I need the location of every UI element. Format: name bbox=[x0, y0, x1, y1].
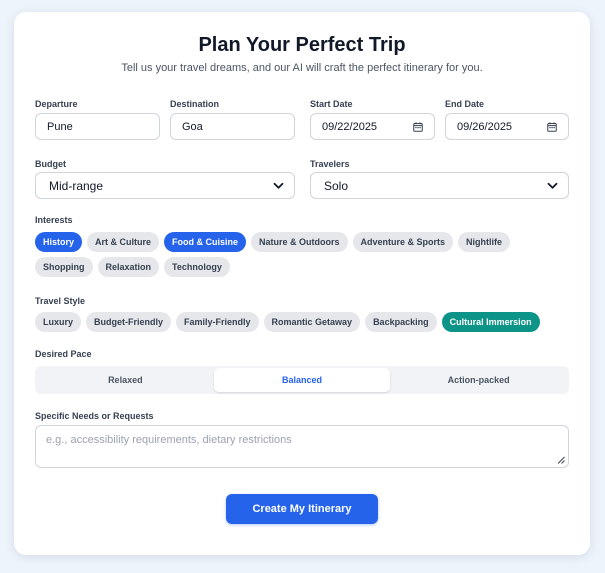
page-subtitle: Tell us your travel dreams, and our AI w… bbox=[121, 62, 483, 74]
interest-chip-nightlife[interactable]: Nightlife bbox=[458, 232, 511, 252]
destination-input[interactable]: Goa bbox=[170, 113, 295, 140]
interest-chip-relaxation[interactable]: Relaxation bbox=[97, 257, 160, 277]
interest-chip-art-culture[interactable]: Art & Culture bbox=[87, 232, 160, 252]
pace-option-balanced[interactable]: Balanced bbox=[213, 368, 391, 392]
travelers-select[interactable]: Solo bbox=[310, 172, 569, 199]
interest-chip-shopping[interactable]: Shopping bbox=[35, 257, 93, 277]
budget-value: Mid-range bbox=[49, 178, 104, 193]
chevron-down-icon bbox=[273, 182, 284, 189]
interest-chip-technology[interactable]: Technology bbox=[164, 257, 230, 277]
departure-input[interactable]: Pune bbox=[35, 113, 160, 140]
trip-planner-card: Plan Your Perfect Trip Tell us your trav… bbox=[14, 12, 590, 555]
requests-textarea[interactable]: e.g., accessibility requirements, dietar… bbox=[35, 425, 569, 468]
start-date-value: 09/22/2025 bbox=[322, 120, 378, 133]
pace-option-relaxed[interactable]: Relaxed bbox=[37, 368, 214, 392]
interest-chip-adventure-sports[interactable]: Adventure & Sports bbox=[352, 232, 454, 252]
interest-chip-food-cuisine[interactable]: Food & Cuisine bbox=[164, 232, 247, 252]
travelers-label: Travelers bbox=[310, 159, 350, 169]
resize-grip-icon[interactable] bbox=[557, 456, 565, 464]
style-chip-backpacking[interactable]: Backpacking bbox=[365, 312, 437, 332]
interest-chip-history[interactable]: History bbox=[35, 232, 83, 252]
pace-label: Desired Pace bbox=[35, 349, 92, 359]
style-chip-cultural-immersion[interactable]: Cultural Immersion bbox=[441, 312, 540, 332]
start-date-input[interactable]: 09/22/2025 bbox=[310, 113, 435, 140]
chevron-down-icon bbox=[547, 182, 558, 189]
calendar-icon[interactable] bbox=[547, 121, 557, 132]
page-title: Plan Your Perfect Trip bbox=[198, 34, 406, 56]
style-chip-romantic-getaway[interactable]: Romantic Getaway bbox=[263, 312, 361, 332]
style-chip-luxury[interactable]: Luxury bbox=[35, 312, 82, 332]
interests-label: Interests bbox=[35, 215, 73, 225]
departure-label: Departure bbox=[35, 99, 78, 109]
start-date-label: Start Date bbox=[310, 99, 353, 109]
style-chip-family-friendly[interactable]: Family-Friendly bbox=[176, 312, 259, 332]
destination-label: Destination bbox=[170, 99, 220, 109]
style-chip-budget-friendly[interactable]: Budget-Friendly bbox=[86, 312, 172, 332]
travel-style-chip-group: Luxury Budget-Friendly Family-Friendly R… bbox=[35, 312, 565, 332]
travelers-value: Solo bbox=[324, 178, 349, 193]
pace-segmented-control: Relaxed Balanced Action-packed bbox=[35, 366, 569, 394]
pace-option-action-packed[interactable]: Action-packed bbox=[390, 368, 567, 392]
budget-label: Budget bbox=[35, 159, 66, 169]
interest-chip-nature-outdoors[interactable]: Nature & Outdoors bbox=[251, 232, 348, 252]
travel-style-label: Travel Style bbox=[35, 296, 86, 306]
end-date-input[interactable]: 09/26/2025 bbox=[445, 113, 569, 140]
destination-value: Goa bbox=[182, 120, 203, 133]
create-itinerary-button[interactable]: Create My Itinerary bbox=[226, 494, 378, 524]
end-date-label: End Date bbox=[445, 99, 485, 109]
interests-chip-group: History Art & Culture Food & Cuisine Nat… bbox=[35, 232, 565, 277]
requests-placeholder: e.g., accessibility requirements, dietar… bbox=[46, 434, 292, 446]
requests-label: Specific Needs or Requests bbox=[35, 411, 154, 421]
calendar-icon[interactable] bbox=[413, 121, 423, 132]
end-date-value: 09/26/2025 bbox=[457, 120, 513, 133]
budget-select[interactable]: Mid-range bbox=[35, 172, 295, 199]
departure-value: Pune bbox=[47, 120, 73, 133]
